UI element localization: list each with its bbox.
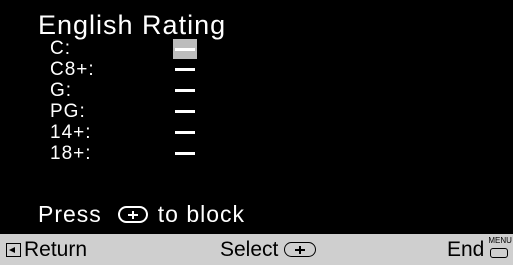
rating-screen: English Rating C: C8+: G: PG: 14+: 18+: … xyxy=(0,0,513,265)
rating-value-block-status[interactable] xyxy=(173,38,197,59)
end-label: End xyxy=(447,238,485,261)
menu-icon-text: MENU xyxy=(488,235,512,245)
menu-button-icon: MENU xyxy=(488,235,512,262)
rating-value-block-status[interactable] xyxy=(175,122,197,143)
rating-label: C: xyxy=(50,38,71,59)
page-title: English Rating xyxy=(38,10,227,40)
rating-value-block-status[interactable] xyxy=(175,59,197,80)
footer-bar: Return Select End MENU xyxy=(0,234,513,265)
rating-label: PG: xyxy=(50,101,86,122)
rating-list: C: C8+: G: PG: 14+: 18+: xyxy=(50,38,250,164)
select-button[interactable]: Select xyxy=(220,234,317,265)
rating-value-block-status[interactable] xyxy=(175,143,197,164)
block-instruction: Press to block xyxy=(38,200,245,228)
dash-indicator xyxy=(175,48,195,51)
return-arrow-icon xyxy=(6,242,21,257)
hint-text-before: Press xyxy=(38,201,102,227)
joystick-button-icon xyxy=(284,242,317,257)
rating-row-c[interactable]: C: xyxy=(50,38,250,59)
joystick-button-icon xyxy=(117,205,148,223)
rating-row-pg[interactable]: PG: xyxy=(50,101,250,122)
rating-label: G: xyxy=(50,80,73,101)
rating-row-14plus[interactable]: 14+: xyxy=(50,122,250,143)
return-label: Return xyxy=(24,238,88,261)
hint-text-after: to block xyxy=(157,201,246,227)
dash-indicator xyxy=(175,110,195,113)
dash-indicator xyxy=(175,131,195,134)
dash-indicator xyxy=(175,68,195,71)
menu-icon-box xyxy=(490,247,509,258)
dash-indicator xyxy=(175,89,195,92)
rating-label: 14+: xyxy=(50,122,92,143)
rating-label: C8+: xyxy=(50,59,95,80)
rating-value-block-status[interactable] xyxy=(175,101,197,122)
rating-row-c8plus[interactable]: C8+: xyxy=(50,59,250,80)
rating-row-18plus[interactable]: 18+: xyxy=(50,143,250,164)
rating-value-block-status[interactable] xyxy=(175,80,197,101)
rating-row-g[interactable]: G: xyxy=(50,80,250,101)
select-label: Select xyxy=(220,238,279,261)
rating-label: 18+: xyxy=(50,143,92,164)
end-button[interactable]: End MENU xyxy=(447,234,512,265)
return-button[interactable]: Return xyxy=(6,234,87,265)
dash-indicator xyxy=(175,152,195,155)
